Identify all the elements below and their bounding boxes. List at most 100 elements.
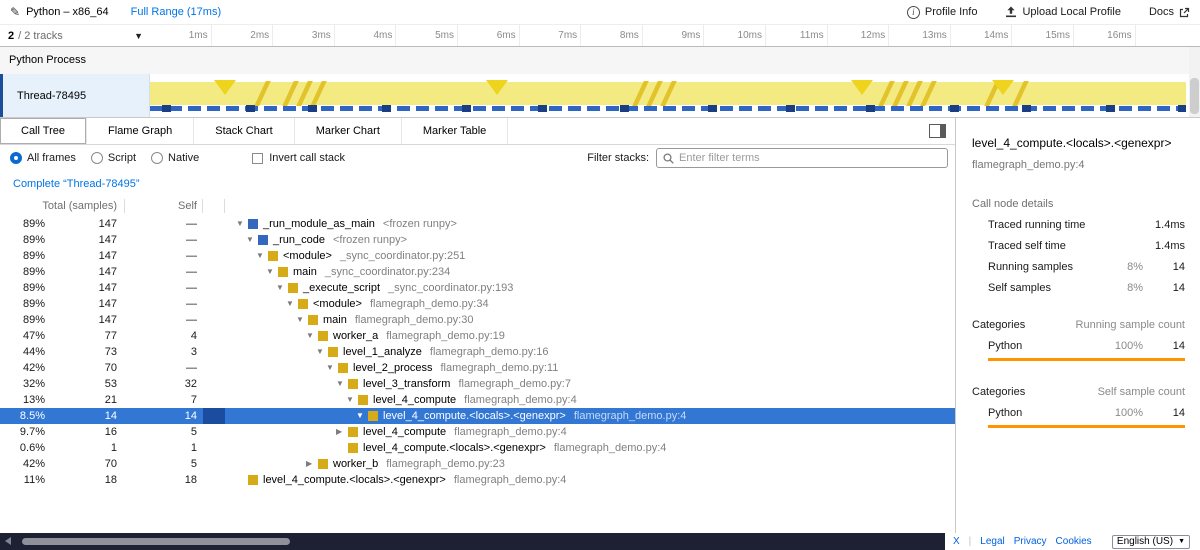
- footer-link-privacy[interactable]: Privacy: [1014, 536, 1047, 547]
- table-row[interactable]: 89%147—▼_run_module_as_main<frozen runpy…: [0, 216, 955, 232]
- radio-icon[interactable]: [151, 152, 163, 164]
- radio-option-all-frames[interactable]: All frames: [10, 152, 76, 164]
- table-row[interactable]: 42%705▶worker_bflamegraph_demo.py:23: [0, 456, 955, 472]
- function-name: _run_module_as_main: [263, 216, 375, 232]
- footer-link-legal[interactable]: Legal: [980, 536, 1004, 547]
- tab-stack-chart[interactable]: Stack Chart: [194, 118, 294, 144]
- close-notice-button[interactable]: X: [953, 536, 960, 547]
- table-row[interactable]: 89%147—▼<module>_sync_coordinator.py:251: [0, 248, 955, 264]
- twisty-collapsed-icon[interactable]: ▶: [336, 424, 348, 440]
- filter-toolbar: All framesScriptNative Invert call stack…: [0, 145, 955, 171]
- timeline-strip: [203, 360, 225, 376]
- tab-marker-table[interactable]: Marker Table: [402, 118, 508, 144]
- radio-option-native[interactable]: Native: [151, 152, 199, 164]
- column-header-self[interactable]: Self: [125, 196, 197, 216]
- file-location: flamegraph_demo.py:4: [454, 472, 567, 488]
- detail-row: Running samples8%14: [972, 261, 1185, 273]
- footer-link-cookies[interactable]: Cookies: [1056, 536, 1092, 547]
- timeline-strip: [203, 456, 225, 472]
- profile-info-button[interactable]: i Profile Info: [907, 6, 978, 19]
- ruler-tick-line: [272, 25, 273, 46]
- table-row[interactable]: 44%733▼level_1_analyzeflamegraph_demo.py…: [0, 344, 955, 360]
- twisty-expanded-icon[interactable]: ▼: [266, 264, 278, 280]
- file-location: flamegraph_demo.py:16: [430, 344, 549, 360]
- tab-call-tree[interactable]: Call Tree: [0, 118, 87, 144]
- table-row[interactable]: 47%774▼worker_aflamegraph_demo.py:19: [0, 328, 955, 344]
- twisty-expanded-icon[interactable]: ▼: [286, 296, 298, 312]
- horizontal-scrollbar[interactable]: [0, 533, 945, 550]
- twisty-expanded-icon[interactable]: ▼: [276, 280, 288, 296]
- sidebar-toggle-button[interactable]: [929, 124, 946, 141]
- table-row[interactable]: 89%147—▼_execute_script_sync_coordinator…: [0, 280, 955, 296]
- table-row[interactable]: 89%147—▼<module>flamegraph_demo.py:34: [0, 296, 955, 312]
- language-select[interactable]: English (US) ▼: [1112, 535, 1190, 549]
- radio-icon[interactable]: [91, 152, 103, 164]
- tree-cell: ▼_run_module_as_main<frozen runpy>: [228, 216, 955, 232]
- self-samples: —: [125, 248, 197, 264]
- tracks-total-label: / 2 tracks: [18, 30, 63, 42]
- twisty-expanded-icon[interactable]: ▼: [246, 232, 258, 248]
- ruler-tick-label: 11ms: [768, 25, 824, 46]
- thread-label[interactable]: Thread-78495: [0, 74, 150, 117]
- table-row[interactable]: 89%147—▼_run_code<frozen runpy>: [0, 232, 955, 248]
- table-row[interactable]: 0.6%11level_4_compute.<locals>.<genexpr>…: [0, 440, 955, 456]
- category-bar: [988, 425, 1185, 428]
- table-row[interactable]: 8.5%1414▼level_4_compute.<locals>.<genex…: [0, 408, 955, 424]
- table-row[interactable]: 9.7%165▶level_4_computeflamegraph_demo.p…: [0, 424, 955, 440]
- radio-option-script[interactable]: Script: [91, 152, 136, 164]
- tree-cell: ▼level_4_computeflamegraph_demo.py:4: [228, 392, 955, 408]
- marker-triangle-icon: [992, 80, 1014, 95]
- twisty-expanded-icon[interactable]: ▼: [356, 408, 368, 424]
- total-percent: 13%: [0, 392, 45, 408]
- total-samples: 147: [50, 312, 117, 328]
- twisty-expanded-icon[interactable]: ▼: [346, 392, 358, 408]
- function-name: level_2_process: [353, 360, 433, 376]
- search-box: [656, 148, 948, 168]
- total-samples: 21: [50, 392, 117, 408]
- radio-icon[interactable]: [10, 152, 22, 164]
- tracks-scrollbar[interactable]: [1189, 47, 1200, 117]
- table-row[interactable]: 32%5332▼level_3_transformflamegraph_demo…: [0, 376, 955, 392]
- process-track-header[interactable]: Python Process: [0, 46, 1200, 74]
- search-input[interactable]: [679, 152, 941, 164]
- detail-value: 14: [1143, 282, 1185, 294]
- twisty-expanded-icon[interactable]: ▼: [326, 360, 338, 376]
- tracks-scrollbar-thumb[interactable]: [1190, 78, 1199, 114]
- breadcrumb-item-complete-thread[interactable]: Complete “Thread-78495”: [13, 178, 140, 190]
- invert-call-stack-checkbox[interactable]: [252, 153, 263, 164]
- scrollbar-thumb[interactable]: [22, 538, 290, 545]
- file-location: _sync_coordinator.py:234: [325, 264, 450, 280]
- total-percent: 0.6%: [0, 440, 45, 456]
- table-row[interactable]: 42%70—▼level_2_processflamegraph_demo.py…: [0, 360, 955, 376]
- total-samples: 18: [50, 472, 117, 488]
- table-row[interactable]: 13%217▼level_4_computeflamegraph_demo.py…: [0, 392, 955, 408]
- upload-profile-button[interactable]: Upload Local Profile: [1005, 6, 1120, 18]
- ruler-tick-line: [211, 25, 212, 46]
- twisty-expanded-icon[interactable]: ▼: [236, 216, 248, 232]
- ruler-tick-label: 3ms: [275, 25, 331, 46]
- twisty-expanded-icon[interactable]: ▼: [316, 344, 328, 360]
- self-samples: 32: [125, 376, 197, 392]
- twisty-expanded-icon[interactable]: ▼: [336, 376, 348, 392]
- twisty-expanded-icon[interactable]: ▼: [306, 328, 318, 344]
- edit-profile-name-icon[interactable]: ✎: [10, 5, 20, 19]
- table-row[interactable]: 89%147—▼main_sync_coordinator.py:234: [0, 264, 955, 280]
- tab-marker-chart[interactable]: Marker Chart: [295, 118, 402, 144]
- ruler-tick-label: 6ms: [460, 25, 516, 46]
- category-square-icon: [358, 395, 368, 405]
- full-range-button[interactable]: Full Range (17ms): [131, 6, 221, 18]
- tracks-dropdown[interactable]: 2 / 2 tracks ▼: [0, 25, 150, 46]
- total-percent: 89%: [0, 312, 45, 328]
- twisty-collapsed-icon[interactable]: ▶: [306, 456, 318, 472]
- scroll-left-arrow-icon[interactable]: [5, 537, 11, 545]
- docs-link[interactable]: Docs: [1149, 6, 1190, 18]
- column-header-total[interactable]: Total (samples): [0, 196, 117, 216]
- twisty-expanded-icon[interactable]: ▼: [256, 248, 268, 264]
- tab-flame-graph[interactable]: Flame Graph: [87, 118, 194, 144]
- tree-cell: ▼<module>flamegraph_demo.py:34: [228, 296, 955, 312]
- table-row[interactable]: 89%147—▼mainflamegraph_demo.py:30: [0, 312, 955, 328]
- table-row[interactable]: 11%1818level_4_compute.<locals>.<genexpr…: [0, 472, 955, 488]
- timeline-strip: [203, 328, 225, 344]
- track-activity-graph[interactable]: [150, 74, 1186, 117]
- twisty-expanded-icon[interactable]: ▼: [296, 312, 308, 328]
